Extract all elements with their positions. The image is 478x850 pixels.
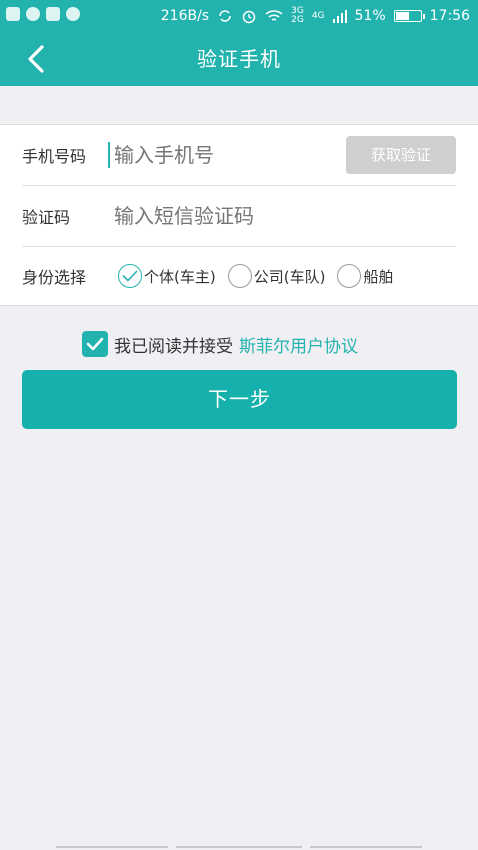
indicator-bar [176, 846, 302, 848]
radio-label: 公司(车队) [253, 267, 326, 286]
identity-radio-group: 个体(车主) 公司(车队) 船舶 [118, 264, 393, 288]
checkmark-icon [86, 337, 104, 351]
phone-row: 手机号码 获取验证 [22, 125, 456, 186]
radio-unchecked-icon [337, 264, 362, 288]
wifi-icon [265, 10, 283, 21]
sync-icon [219, 10, 231, 22]
network-speed: 216B/s [160, 8, 210, 24]
status-icons-right: 216B/s 3G 2G 4G 51% 17:56 [161, 7, 470, 25]
status-bar: 216B/s 3G 2G 4G 51% 17:56 [0, 0, 478, 32]
radio-checked-icon [118, 264, 142, 288]
wechat-icon [26, 7, 40, 21]
notification-icon [46, 7, 60, 21]
status-icons-left [6, 7, 80, 21]
identity-row: 身份选择 个体(车主) 公司(车队) 船舶 [22, 246, 456, 306]
alarm-icon [242, 10, 256, 24]
sms-code-input[interactable] [108, 203, 456, 229]
radio-company[interactable]: 公司(车队) [227, 264, 326, 288]
code-row: 验证码 [22, 186, 456, 247]
radio-unchecked-icon [227, 264, 252, 288]
user-agreement-link[interactable]: 斯菲尔用户协议 [239, 332, 358, 357]
clock: 17:56 [429, 8, 470, 24]
browser-icon [66, 7, 80, 21]
indicator-bar [56, 846, 168, 848]
agreement-text: 我已阅读并接受 [114, 336, 233, 357]
app-icon [6, 7, 20, 21]
signal-icon [332, 10, 347, 23]
identity-label: 身份选择 [22, 268, 87, 287]
radio-individual[interactable]: 个体(车主) [118, 264, 216, 288]
indicator-bar [310, 846, 422, 848]
bottom-indicator [0, 846, 478, 850]
lte-label: 4G [311, 10, 325, 21]
battery-icon [393, 10, 425, 22]
agreement-checkbox[interactable] [82, 331, 108, 357]
verification-form: 手机号码 获取验证 验证码 身份选择 个体(车主) 公司(车队) [0, 124, 478, 306]
app-bar: 验证手机 [0, 32, 478, 86]
get-code-button[interactable]: 获取验证 [346, 136, 456, 174]
radio-label: 个体(车主) [144, 267, 216, 286]
battery-percent: 51% [354, 8, 386, 24]
network-type: 3G 2G [291, 6, 304, 25]
text-cursor [108, 142, 110, 168]
page-title: 验证手机 [197, 47, 281, 71]
agreement-row: 我已阅读并接受 斯菲尔用户协议 [82, 331, 358, 357]
radio-label: 船舶 [363, 267, 394, 286]
next-button[interactable]: 下一步 [22, 370, 457, 429]
code-label: 验证码 [22, 208, 71, 227]
radio-ship[interactable]: 船舶 [337, 264, 393, 288]
phone-label: 手机号码 [22, 147, 87, 166]
